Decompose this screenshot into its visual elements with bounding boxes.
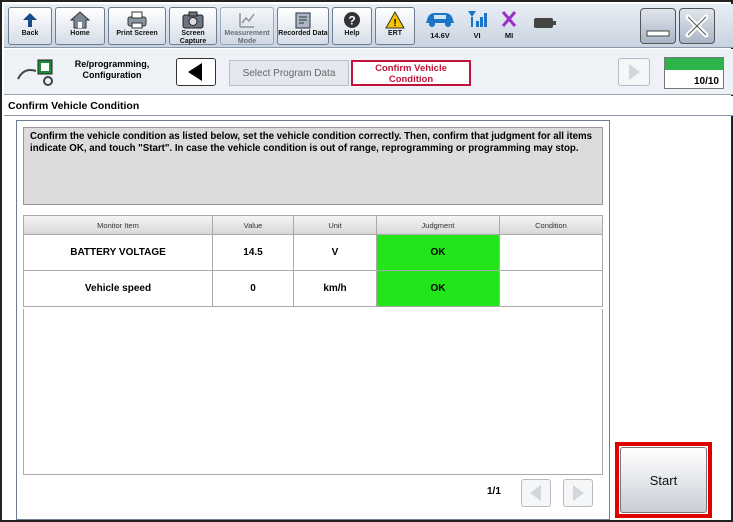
table-header: Monitor Item Value Unit Judgment Conditi… bbox=[23, 215, 603, 235]
battery-icon bbox=[530, 16, 560, 33]
progress-text: 10/10 bbox=[693, 76, 719, 87]
disconnected-icon bbox=[494, 9, 524, 31]
battery-status bbox=[530, 7, 560, 45]
column-header: Condition bbox=[535, 221, 567, 230]
home-button[interactable]: Home bbox=[55, 7, 105, 45]
breadcrumb: Re/programming, Configuration Select Pro… bbox=[4, 49, 733, 95]
page-title: Confirm Vehicle Condition bbox=[4, 96, 733, 116]
page-indicator: 1/1 bbox=[487, 486, 501, 497]
close-icon bbox=[680, 14, 714, 46]
unit-cell: V bbox=[294, 235, 377, 270]
previous-step-button[interactable] bbox=[176, 58, 216, 86]
left-arrow-icon bbox=[177, 63, 215, 88]
value-cell: 14.5 bbox=[213, 235, 294, 270]
app-window: Back Home Print Screen Screen Capture Me… bbox=[0, 0, 733, 522]
car-icon bbox=[420, 9, 460, 31]
monitor-table: Monitor Item Value Unit Judgment Conditi… bbox=[23, 215, 603, 307]
next-step-button[interactable] bbox=[618, 58, 650, 86]
instruction-text: Confirm the vehicle condition as listed … bbox=[23, 127, 603, 205]
vehicle-voltage-status: 14.6V bbox=[420, 7, 460, 45]
column-header: Judgment bbox=[377, 216, 500, 234]
monitor-item-cell: Vehicle speed bbox=[24, 271, 213, 306]
warning-icon: ! bbox=[376, 10, 414, 30]
condition-cell bbox=[500, 271, 602, 306]
judgment-cell: OK bbox=[377, 235, 500, 270]
mi-status: MI bbox=[494, 7, 524, 45]
start-button[interactable]: Start bbox=[620, 447, 707, 513]
signal-icon bbox=[462, 9, 492, 31]
table-empty-area bbox=[23, 309, 603, 475]
printer-icon bbox=[109, 10, 165, 30]
recorded-data-button[interactable]: Recorded Data bbox=[277, 7, 329, 45]
table-row: BATTERY VOLTAGE 14.5 V OK bbox=[23, 235, 603, 271]
value-cell: 0 bbox=[213, 271, 294, 306]
back-arrow-icon bbox=[9, 10, 51, 30]
column-header: Unit bbox=[294, 216, 377, 234]
page-prev-button[interactable] bbox=[521, 479, 551, 507]
help-button[interactable]: ? Help bbox=[332, 7, 372, 45]
home-icon bbox=[56, 10, 104, 30]
column-header: Monitor Item bbox=[24, 216, 213, 234]
breadcrumb-step-current: Confirm Vehicle Condition bbox=[351, 60, 471, 86]
minimize-button[interactable] bbox=[640, 8, 676, 44]
measurement-icon bbox=[221, 10, 273, 30]
unit-cell: km/h bbox=[294, 271, 377, 306]
right-arrow-icon bbox=[564, 485, 592, 509]
main-panel: Confirm the vehicle condition as listed … bbox=[16, 120, 610, 520]
right-arrow-icon bbox=[619, 64, 649, 88]
vi-status: VI bbox=[462, 7, 492, 45]
page-next-button[interactable] bbox=[563, 479, 593, 507]
left-arrow-icon bbox=[522, 485, 550, 509]
condition-cell bbox=[500, 235, 602, 270]
column-header: Value bbox=[213, 216, 294, 234]
ert-button[interactable]: ! ERT bbox=[375, 7, 415, 45]
table-row: Vehicle speed 0 km/h OK bbox=[23, 271, 603, 307]
step-progress: 10/10 bbox=[664, 57, 724, 89]
print-screen-button[interactable]: Print Screen bbox=[108, 7, 166, 45]
screen-capture-button[interactable]: Screen Capture bbox=[169, 7, 217, 45]
help-icon: ? bbox=[333, 10, 371, 30]
svg-text:!: ! bbox=[393, 18, 396, 29]
minimize-icon bbox=[641, 30, 675, 46]
recorded-data-icon bbox=[278, 10, 328, 30]
toolbar: Back Home Print Screen Screen Capture Me… bbox=[4, 4, 733, 48]
progress-bar-fill bbox=[665, 58, 723, 70]
measurement-mode-button[interactable]: Measurement Mode bbox=[220, 7, 274, 45]
reprogramming-icon bbox=[14, 57, 58, 90]
svg-text:?: ? bbox=[348, 14, 355, 28]
camera-icon bbox=[170, 10, 216, 30]
breadcrumb-step-previous: Select Program Data bbox=[229, 60, 349, 86]
close-button[interactable] bbox=[679, 8, 715, 44]
judgment-cell: OK bbox=[377, 271, 500, 306]
monitor-item-cell: BATTERY VOLTAGE bbox=[24, 235, 213, 270]
breadcrumb-home[interactable]: Re/programming, Configuration bbox=[14, 57, 164, 87]
back-button[interactable]: Back bbox=[8, 7, 52, 45]
